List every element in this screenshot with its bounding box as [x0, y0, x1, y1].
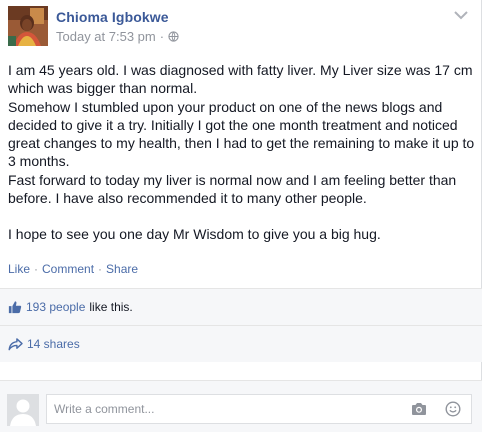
post-header: Chioma Igbokwe Today at 7:53 pm ·	[0, 0, 482, 52]
post-body: I am 45 years old. I was diagnosed with …	[8, 61, 476, 244]
commenter-avatar	[7, 394, 39, 426]
thumbs-up-icon	[8, 301, 22, 314]
comment-placeholder: Write a comment...	[54, 402, 155, 416]
likes-suffix: like this.	[89, 300, 133, 314]
shares-row: 14 shares	[0, 325, 482, 362]
smiley-icon[interactable]	[445, 401, 461, 417]
share-link[interactable]: Share	[106, 262, 138, 276]
comment-section: Write a comment...	[0, 380, 482, 432]
post-meta: Today at 7:53 pm ·	[56, 29, 179, 44]
post-paragraph: I hope to see you one day Mr Wisdom to g…	[8, 226, 381, 243]
author-avatar[interactable]	[8, 6, 48, 46]
camera-icon[interactable]	[411, 402, 427, 416]
likes-count-link[interactable]: 193 people	[26, 300, 85, 314]
post-timestamp[interactable]: Today at 7:53 pm	[56, 29, 156, 44]
author-name[interactable]: Chioma Igbokwe	[56, 9, 169, 25]
post-paragraph: Fast forward to today my liver is normal…	[8, 171, 457, 207]
action-separator: ·	[98, 262, 103, 276]
share-arrow-icon	[8, 337, 23, 350]
action-separator: ·	[34, 262, 39, 276]
shares-count-link[interactable]: 14 shares	[27, 337, 80, 351]
comment-input[interactable]: Write a comment...	[46, 394, 472, 424]
author-avatar-image	[8, 6, 48, 46]
comment-link[interactable]: Comment	[42, 262, 94, 276]
default-avatar-icon	[7, 394, 39, 426]
meta-separator: ·	[159, 29, 165, 44]
chevron-down-icon[interactable]	[454, 10, 468, 20]
post-paragraph: I am 45 years old. I was diagnosed with …	[8, 62, 473, 97]
post-paragraph: Somehow I stumbled upon your product on …	[8, 98, 475, 170]
like-link[interactable]: Like	[8, 262, 30, 276]
globe-icon[interactable]	[168, 31, 179, 42]
post-actions: Like · Comment · Share	[8, 262, 138, 276]
post-card: Chioma Igbokwe Today at 7:53 pm · I am 4…	[0, 0, 482, 432]
likes-row: 193 people like this.	[0, 288, 482, 325]
